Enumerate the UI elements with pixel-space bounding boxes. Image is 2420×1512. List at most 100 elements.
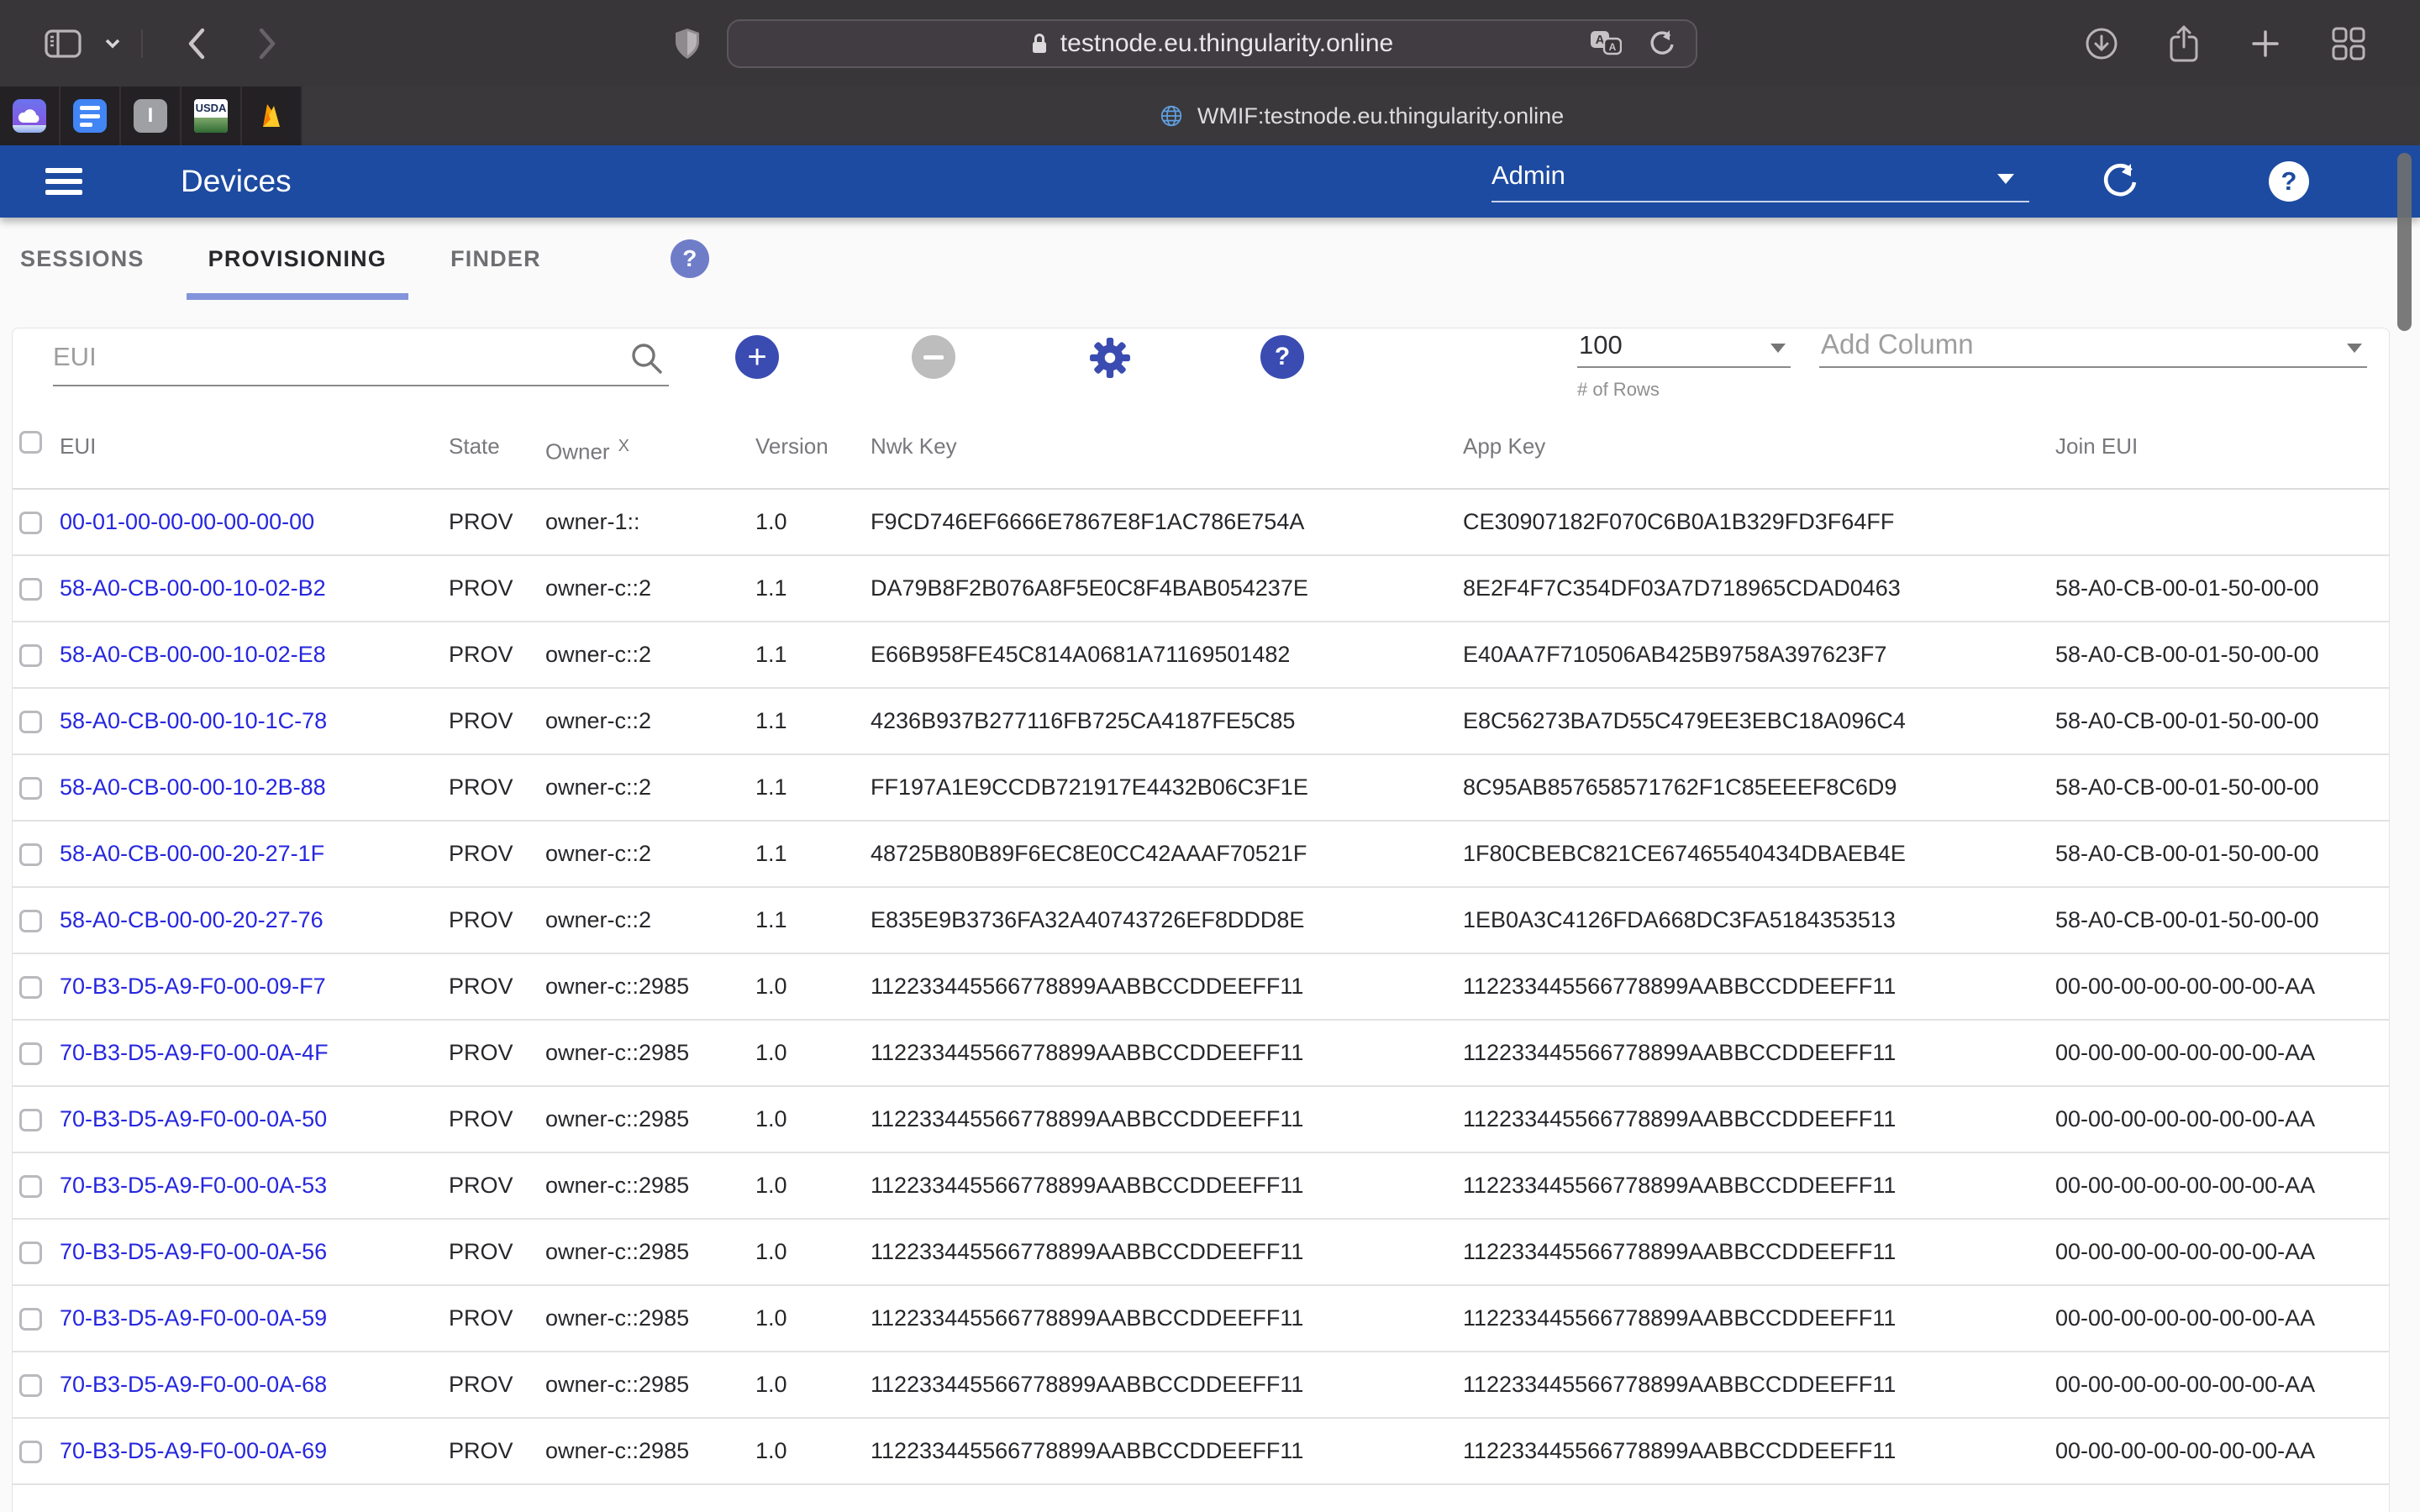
cell-owner: owner-c::2 bbox=[545, 689, 651, 755]
browser-titlebar: testnode.eu.thingularity.online A A bbox=[0, 0, 2420, 87]
translate-icon: A A bbox=[1590, 30, 1622, 57]
cell-owner: owner-c::2985 bbox=[545, 1087, 689, 1153]
sidebar-chevron-button[interactable] bbox=[97, 38, 128, 50]
owner-sort-marker[interactable]: X bbox=[618, 437, 629, 455]
sidebar-toggle-button[interactable] bbox=[37, 27, 89, 60]
row-checkbox[interactable] bbox=[19, 1441, 42, 1463]
privacy-shield-button[interactable] bbox=[666, 26, 708, 61]
cell-eui-link[interactable]: 58-A0-CB-00-00-20-27-76 bbox=[60, 888, 324, 954]
cell-eui-link[interactable]: 58-A0-CB-00-00-10-1C-78 bbox=[60, 689, 327, 755]
cell-eui-link[interactable]: 00-01-00-00-00-00-00-00 bbox=[60, 490, 314, 556]
settings-button[interactable] bbox=[1089, 337, 1131, 379]
column-header-eui[interactable]: EUI bbox=[60, 412, 96, 488]
active-browser-tab[interactable]: WMIF:testnode.eu.thingularity.online bbox=[302, 87, 2420, 145]
row-checkbox[interactable] bbox=[19, 910, 42, 932]
downloads-button[interactable] bbox=[2077, 26, 2126, 61]
share-button[interactable] bbox=[2161, 24, 2207, 63]
cell-version: 1.1 bbox=[755, 755, 787, 822]
row-checkbox[interactable] bbox=[19, 512, 42, 534]
column-header-app-key[interactable]: App Key bbox=[1463, 412, 1545, 488]
cell-eui-link[interactable]: 70-B3-D5-A9-F0-00-09-F7 bbox=[60, 954, 326, 1021]
cell-eui-link[interactable]: 70-B3-D5-A9-F0-00-0A-4F bbox=[60, 1021, 329, 1087]
cell-eui-link[interactable]: 58-A0-CB-00-00-10-2B-88 bbox=[60, 755, 326, 822]
active-tab-title: WMIF:testnode.eu.thingularity.online bbox=[1197, 103, 1564, 129]
provisioning-panel: + ? 100 # of Rows Add Column EUI bbox=[12, 328, 2390, 1512]
row-checkbox[interactable] bbox=[19, 1242, 42, 1264]
cell-join-eui: 58-A0-CB-00-01-50-00-00 bbox=[2055, 622, 2319, 689]
remove-device-button[interactable] bbox=[912, 335, 955, 379]
row-checkbox[interactable] bbox=[19, 777, 42, 800]
add-device-button[interactable]: + bbox=[735, 335, 779, 379]
cell-nwk-key: 112233445566778899AABBCCDDEEFF11 bbox=[871, 1419, 1303, 1485]
menu-button[interactable] bbox=[45, 165, 82, 197]
row-checkbox[interactable] bbox=[19, 578, 42, 601]
row-checkbox[interactable] bbox=[19, 843, 42, 866]
add-column-select[interactable]: Add Column bbox=[1819, 328, 2367, 368]
column-header-version[interactable]: Version bbox=[755, 412, 829, 488]
pinned-tab-i[interactable]: I bbox=[121, 87, 182, 145]
row-checkbox[interactable] bbox=[19, 644, 42, 667]
row-checkbox[interactable] bbox=[19, 1175, 42, 1198]
header-help-button[interactable]: ? bbox=[2269, 161, 2309, 202]
back-button[interactable] bbox=[178, 26, 215, 61]
row-checkbox[interactable] bbox=[19, 711, 42, 733]
firebase-flame-icon bbox=[255, 99, 288, 133]
cell-eui-link[interactable]: 70-B3-D5-A9-F0-00-0A-56 bbox=[60, 1220, 327, 1286]
search-icon[interactable] bbox=[629, 340, 664, 375]
cell-app-key: 112233445566778899AABBCCDDEEFF11 bbox=[1463, 1153, 1896, 1220]
cell-nwk-key: 112233445566778899AABBCCDDEEFF11 bbox=[871, 954, 1303, 1021]
cell-owner: owner-1:: bbox=[545, 490, 640, 556]
row-checkbox[interactable] bbox=[19, 1109, 42, 1131]
cell-owner: owner-c::2985 bbox=[545, 1021, 689, 1087]
column-header-state[interactable]: State bbox=[449, 412, 500, 488]
table-row: 58-A0-CB-00-00-10-1C-78 PROV owner-c::2 … bbox=[13, 689, 2389, 755]
role-select[interactable]: Admin bbox=[1491, 154, 2029, 202]
reload-button[interactable] bbox=[1642, 29, 1682, 58]
cell-eui-link[interactable]: 58-A0-CB-00-00-10-02-B2 bbox=[60, 556, 326, 622]
tab-finder[interactable]: FINDER bbox=[429, 218, 563, 300]
tab-overview-button[interactable] bbox=[2324, 26, 2373, 61]
page-scrollbar[interactable] bbox=[2397, 153, 2412, 331]
row-checkbox[interactable] bbox=[19, 1308, 42, 1331]
cell-eui-link[interactable]: 70-B3-D5-A9-F0-00-0A-50 bbox=[60, 1087, 327, 1153]
cell-state: PROV bbox=[449, 954, 513, 1021]
cell-eui-link[interactable]: 70-B3-D5-A9-F0-00-0A-68 bbox=[60, 1352, 327, 1419]
table-row: 58-A0-CB-00-00-10-02-E8 PROV owner-c::2 … bbox=[13, 622, 2389, 689]
tab-provisioning[interactable]: PROVISIONING bbox=[187, 218, 408, 300]
filter-help-button[interactable]: ? bbox=[1260, 335, 1304, 379]
tabs-help-button[interactable]: ? bbox=[671, 239, 709, 278]
rows-per-page-select[interactable]: 100 bbox=[1577, 328, 1791, 368]
select-all-checkbox[interactable] bbox=[19, 431, 42, 454]
cell-eui-link[interactable]: 58-A0-CB-00-00-20-27-1F bbox=[60, 822, 324, 888]
pinned-tab-firebase[interactable] bbox=[242, 87, 302, 145]
table-row: 70-B3-D5-A9-F0-00-09-F7 PROV owner-c::29… bbox=[13, 954, 2389, 1021]
eui-search-input[interactable] bbox=[53, 328, 669, 385]
refresh-button[interactable] bbox=[2101, 162, 2138, 202]
row-checkbox[interactable] bbox=[19, 976, 42, 999]
forward-button[interactable] bbox=[249, 26, 286, 61]
column-header-nwk-key[interactable]: Nwk Key bbox=[871, 412, 957, 488]
new-tab-button[interactable] bbox=[2242, 27, 2289, 60]
download-icon bbox=[2084, 26, 2119, 61]
column-header-join-eui[interactable]: Join EUI bbox=[2055, 412, 2138, 488]
pinned-tab-docs[interactable] bbox=[60, 87, 121, 145]
cell-eui-link[interactable]: 70-B3-D5-A9-F0-00-0A-69 bbox=[60, 1419, 327, 1485]
cell-version: 1.0 bbox=[755, 1352, 787, 1419]
row-checkbox[interactable] bbox=[19, 1374, 42, 1397]
row-checkbox[interactable] bbox=[19, 1042, 42, 1065]
cell-version: 1.1 bbox=[755, 689, 787, 755]
pinned-tab-usda[interactable]: USDA bbox=[182, 87, 242, 145]
tab-sessions[interactable]: SESSIONS bbox=[20, 218, 166, 300]
cell-eui-link[interactable]: 70-B3-D5-A9-F0-00-0A-53 bbox=[60, 1153, 327, 1220]
cell-state: PROV bbox=[449, 689, 513, 755]
back-icon bbox=[185, 26, 208, 61]
cell-eui-link[interactable]: 70-B3-D5-A9-F0-00-0A-59 bbox=[60, 1286, 327, 1352]
cell-eui-link[interactable]: 58-A0-CB-00-00-10-02-E8 bbox=[60, 622, 326, 689]
gear-icon bbox=[1089, 337, 1131, 379]
column-header-owner[interactable]: OwnerX bbox=[545, 412, 629, 488]
url-text: testnode.eu.thingularity.online bbox=[1060, 29, 1393, 58]
address-bar[interactable]: testnode.eu.thingularity.online A A bbox=[727, 19, 1697, 68]
pinned-tab-cloud[interactable] bbox=[0, 87, 60, 145]
translate-button[interactable]: A A bbox=[1583, 30, 1628, 57]
cell-join-eui: 00-00-00-00-00-00-00-AA bbox=[2055, 1021, 2315, 1087]
